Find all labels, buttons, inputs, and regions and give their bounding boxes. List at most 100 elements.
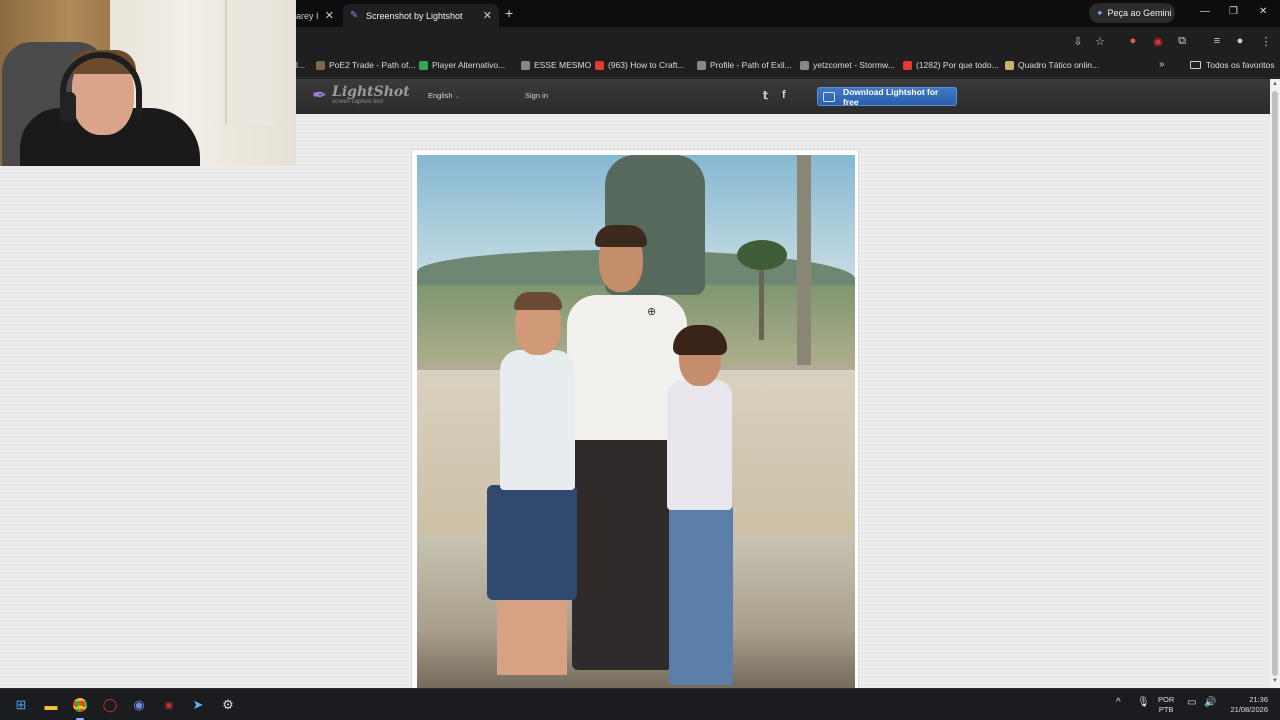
close-window-icon[interactable]: ✕ (1259, 6, 1267, 17)
all-bookmarks-folder[interactable]: Todos os favoritos (1190, 60, 1275, 70)
gemini-sparkle-icon: ✦ (1096, 7, 1104, 18)
poe-icon (800, 60, 809, 70)
bookmark-label: yetzcomet - Stormw... (813, 60, 895, 70)
bookmark-label: ESSE MESMO (534, 60, 592, 70)
bookmark-label: Player Alternativo... (432, 60, 506, 70)
download-lightshot-button[interactable]: Download Lightshot for free (817, 86, 957, 107)
photo-woman-hair (595, 225, 647, 247)
logo-title: LightShot (332, 84, 410, 100)
gemini-label: Peça ao Gemini (1107, 8, 1172, 18)
extensions-puzzle-icon[interactable]: ⧉ (1176, 35, 1188, 47)
folder-icon (1190, 61, 1201, 69)
app-gear-icon[interactable]: ⚙ (219, 696, 237, 714)
tab-label: arey I (296, 10, 319, 21)
bookmark-truncated[interactable]: l... (296, 60, 305, 70)
download-icon (823, 91, 835, 102)
clock-date: 21/08/2026 (1230, 705, 1268, 714)
lightshot-page: ✒ LightShot screen capture tool English … (0, 79, 1270, 688)
youtube-icon (595, 60, 604, 70)
bookmark-item[interactable]: PoE2 Trade - Path of... (316, 60, 415, 70)
file-explorer-icon[interactable]: ▬ (42, 696, 60, 714)
bookmark-label: (963) How to Craft... (608, 60, 685, 70)
minimize-icon[interactable]: — (1200, 6, 1210, 17)
bookmark-item[interactable]: (963) How to Craft... (595, 60, 685, 70)
bookmark-item[interactable]: ESSE MESMO (521, 60, 591, 70)
extension-red-icon[interactable]: ◉ (1152, 35, 1164, 48)
facebook-icon[interactable]: f (782, 89, 786, 101)
board-icon (1005, 60, 1014, 70)
extension-fox-icon[interactable]: ● (1127, 35, 1139, 47)
page-scrollbar[interactable]: ▲ ▼ (1270, 79, 1280, 688)
photo-palm-trunk (797, 155, 811, 365)
lightshot-logo[interactable]: ✒ LightShot screen capture tool (312, 84, 410, 106)
restore-icon[interactable]: ❐ (1229, 6, 1238, 17)
language-code: POR (1158, 695, 1175, 704)
chrome-icon[interactable] (71, 696, 89, 720)
chevron-down-icon: ⌄ (454, 94, 460, 100)
webcam-background-door (225, 0, 273, 125)
bookmark-item[interactable]: Player Alternativo... (419, 60, 505, 70)
bookmark-star-icon[interactable]: ☆ (1094, 35, 1106, 48)
network-icon[interactable]: ▭ (1187, 697, 1196, 708)
bookmarks-overflow-icon[interactable]: » (1159, 59, 1165, 70)
language-label: English (428, 91, 453, 100)
game-launcher-icon[interactable]: ▣ (160, 696, 178, 714)
webcam-overlay (0, 0, 296, 166)
photo-girl-hair (673, 325, 727, 355)
gemini-button[interactable]: ✦ Peça ao Gemini (1089, 3, 1175, 23)
windows-start-icon[interactable]: ⊞ (12, 696, 30, 714)
scroll-up-icon[interactable]: ▲ (1272, 81, 1278, 87)
poe-icon (521, 60, 530, 70)
new-tab-icon[interactable]: + (505, 5, 513, 21)
bookmark-item[interactable]: yetzcomet - Stormw... (800, 60, 895, 70)
photo-boy-hair (514, 292, 562, 310)
language-selector[interactable]: English ⌄ (428, 91, 460, 100)
profile-avatar-icon[interactable]: ● (1234, 35, 1246, 47)
clock-time: 21:36 (1249, 695, 1268, 704)
screenshot-frame (411, 149, 859, 688)
youtube-icon (903, 60, 912, 70)
photo-woman-legs (572, 435, 672, 670)
bookmark-item[interactable]: (1282) Por que todo... (903, 60, 999, 70)
menu-kebab-icon[interactable]: ⋮ (1260, 35, 1272, 48)
feather-icon: ✒ (312, 85, 328, 105)
photo-boy-legs (497, 595, 567, 675)
scroll-thumb[interactable] (1272, 91, 1278, 676)
lightshot-feather-icon: ✎ (350, 9, 359, 21)
photo-girl-shirt (667, 380, 732, 510)
photo-girl-jeans (669, 505, 733, 685)
photo-palm-leaves (737, 240, 787, 270)
tab-previous[interactable]: arey I ✕ (296, 4, 341, 27)
tray-overflow-icon[interactable]: ^ (1116, 697, 1121, 708)
system-clock[interactable]: 21:36 21/08/2026 (1224, 695, 1268, 715)
scroll-down-icon[interactable]: ▼ (1272, 678, 1278, 684)
bookmark-label: (1282) Por que todo... (916, 60, 999, 70)
poe-icon (697, 60, 706, 70)
screenshot-image[interactable] (417, 155, 855, 688)
poe-icon (316, 60, 325, 70)
microphone-icon[interactable]: 🎙 (1137, 697, 1150, 708)
bookmark-item[interactable]: Profile - Path of Exil... (697, 60, 792, 70)
tab-close-icon[interactable]: ✕ (483, 9, 492, 22)
green-bookmark-icon (419, 60, 428, 70)
photo-boy-shorts (487, 485, 577, 600)
bookmark-label: PoE2 Trade - Path of... (329, 60, 416, 70)
download-label: Download Lightshot for free (842, 86, 939, 107)
input-language-indicator[interactable]: POR PTB (1158, 695, 1174, 715)
twitter-icon[interactable]: 𝕥 (763, 89, 768, 102)
discord-icon[interactable]: ◉ (130, 696, 148, 714)
bookmark-item[interactable]: Quadro Tático onlin... (1005, 60, 1099, 70)
sign-in-link[interactable]: Sign in (525, 91, 548, 100)
volume-icon[interactable]: 🔊 (1204, 697, 1216, 708)
media-control-icon[interactable]: ≡ (1211, 35, 1223, 47)
tab-lightshot[interactable]: ✎ Screenshot by Lightshot ✕ (343, 4, 499, 27)
bookmark-label: Quadro Tático onlin... (1018, 60, 1100, 70)
tab-close-icon[interactable]: ✕ (325, 9, 334, 22)
steam-icon[interactable]: ➤ (189, 696, 207, 714)
photo-boy-shirt (500, 350, 575, 490)
bookmark-label: Profile - Path of Exil... (710, 60, 792, 70)
install-app-icon[interactable]: ⇩ (1072, 35, 1084, 48)
tab-label: Screenshot by Lightshot (366, 10, 463, 21)
opera-icon[interactable]: ◯ (101, 696, 119, 714)
all-bookmarks-label: Todos os favoritos (1206, 60, 1275, 70)
